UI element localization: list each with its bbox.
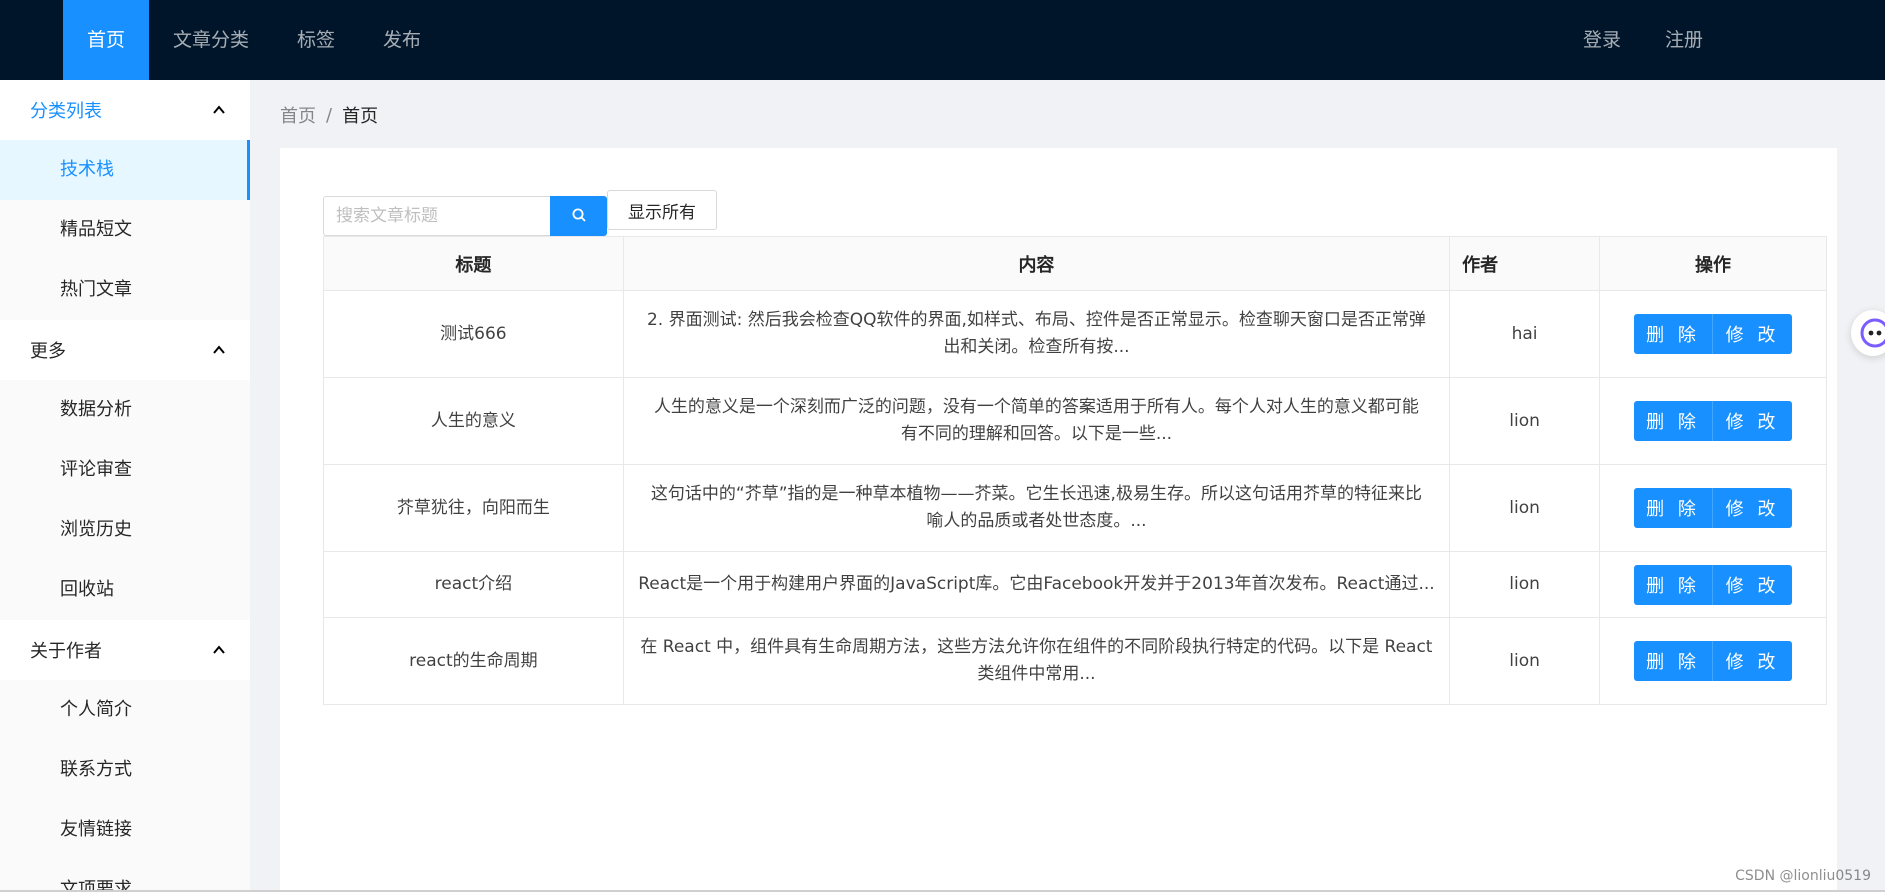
edit-button[interactable]: 修 改 <box>1713 488 1792 528</box>
sidebar-item-friend-links[interactable]: 友情链接 <box>0 800 250 860</box>
sidebar-item-comment-review[interactable]: 评论审查 <box>0 440 250 500</box>
row-ops: 删 除 修 改 <box>1599 464 1827 552</box>
row-content: 在 React 中，组件具有生命周期方法，这些方法允许你在组件的不同阶段执行特定… <box>622 617 1451 705</box>
row-author: lion <box>1449 464 1601 552</box>
row-ops: 删 除 修 改 <box>1599 551 1827 618</box>
table-row: 芥草犹往，向阳而生 这句话中的“芥草”指的是一种草本植物——芥菜。它生长迅速,极… <box>323 464 1827 552</box>
search-bar <box>323 196 607 236</box>
chevron-up-icon <box>212 103 226 117</box>
row-content-line: 人生的意义是一个深刻而广泛的问题，没有一个简单的答案适用于所有人。每个人对人生的… <box>653 397 1419 417</box>
sidebar-item-contact[interactable]: 联系方式 <box>0 740 250 800</box>
breadcrumb: 首页 / 首页 <box>280 100 378 130</box>
row-author: hai <box>1449 290 1601 378</box>
row-content: React是一个用于构建用户界面的JavaScript库。它由Facebook开… <box>622 551 1451 618</box>
content-panel: 显示所有 标题 内容 作者 操作 测试666 2. 界面测试: 然后我会检查QQ… <box>280 148 1837 892</box>
register-link[interactable]: 注册 <box>1643 0 1725 80</box>
edit-button[interactable]: 修 改 <box>1713 641 1792 681</box>
column-header-ops: 操作 <box>1599 236 1827 291</box>
login-link[interactable]: 登录 <box>1561 0 1643 80</box>
nav-item-tags[interactable]: 标签 <box>273 0 359 80</box>
table-row: react的生命周期 在 React 中，组件具有生命周期方法，这些方法允许你在… <box>323 617 1827 705</box>
breadcrumb-root[interactable]: 首页 <box>280 102 316 128</box>
row-content: 2. 界面测试: 然后我会检查QQ软件的界面,如样式、布局、控件是否正常显示。检… <box>622 290 1451 378</box>
sidebar-item-profile[interactable]: 个人简介 <box>0 680 250 740</box>
breadcrumb-separator: / <box>326 104 333 126</box>
submenu-title: 更多 <box>30 341 66 362</box>
row-content-line: 2. 界面测试: 然后我会检查QQ软件的界面,如样式、布局、控件是否正常显示。检… <box>646 310 1426 330</box>
sidebar-item-requirements[interactable]: 文项要求 <box>0 860 250 892</box>
search-icon <box>571 207 587 226</box>
breadcrumb-current: 首页 <box>342 106 379 127</box>
sidebar-item-short-essays[interactable]: 精品短文 <box>0 200 250 260</box>
row-ops: 删 除 修 改 <box>1599 617 1827 705</box>
column-header-content: 内容 <box>622 236 1451 291</box>
sidebar-item-data-analysis[interactable]: 数据分析 <box>0 380 250 440</box>
delete-button[interactable]: 删 除 <box>1634 564 1713 605</box>
row-title: 芥草犹往，向阳而生 <box>323 464 624 552</box>
sidebar-item-tech-stack[interactable]: 技术栈 <box>0 140 250 200</box>
sidebar-item-history[interactable]: 浏览历史 <box>0 500 250 560</box>
search-input[interactable] <box>323 196 550 236</box>
sidebar-item-hot-articles[interactable]: 热门文章 <box>0 260 250 320</box>
show-all-button[interactable]: 显示所有 <box>607 190 717 230</box>
sidebar-item-recycle-bin[interactable]: 回收站 <box>0 560 250 620</box>
search-button[interactable] <box>550 196 607 236</box>
row-author: lion <box>1449 377 1601 465</box>
row-content: 这句话中的“芥草”指的是一种草本植物——芥菜。它生长迅速,极易生存。所以这句话用… <box>622 464 1451 552</box>
main-nav: 首页 文章分类 标签 发布 <box>63 0 445 80</box>
submenu-about-author[interactable]: 关于作者 <box>0 620 250 680</box>
table-row: 人生的意义 人生的意义是一个深刻而广泛的问题，没有一个简单的答案适用于所有人。每… <box>323 377 1827 465</box>
row-content-line: 出和关闭。检查所有按... <box>943 337 1130 357</box>
row-ops: 删 除 修 改 <box>1599 377 1827 465</box>
watermark: CSDN @lionliu0519 <box>1735 868 1871 884</box>
row-author: lion <box>1449 551 1601 618</box>
row-content: 人生的意义是一个深刻而广泛的问题，没有一个简单的答案适用于所有人。每个人对人生的… <box>622 377 1451 465</box>
edit-button[interactable]: 修 改 <box>1713 314 1792 354</box>
row-title: 测试666 <box>323 290 624 378</box>
row-ops: 删 除 修 改 <box>1599 290 1827 378</box>
delete-button[interactable]: 删 除 <box>1634 314 1713 354</box>
row-content-line: 在 React 中，组件具有生命周期方法，这些方法允许你在组件的不同阶段执行特定… <box>640 637 1433 657</box>
row-content-line: 类组件中常用... <box>977 664 1096 684</box>
submenu-more[interactable]: 更多 <box>0 320 250 380</box>
table-row: react介绍 React是一个用于构建用户界面的JavaScript库。它由F… <box>323 551 1827 618</box>
assistant-face-icon <box>1851 318 1885 361</box>
nav-item-categories[interactable]: 文章分类 <box>149 0 273 80</box>
delete-button[interactable]: 删 除 <box>1634 488 1713 528</box>
edit-button[interactable]: 修 改 <box>1713 564 1792 605</box>
submenu-title: 分类列表 <box>30 101 102 122</box>
delete-button[interactable]: 删 除 <box>1634 641 1713 681</box>
submenu-title: 关于作者 <box>30 641 102 662</box>
row-title: 人生的意义 <box>323 377 624 465</box>
row-content-line: React是一个用于构建用户界面的JavaScript库。它由Facebook开… <box>638 574 1435 594</box>
row-content-line: 这句话中的“芥草”指的是一种草本植物——芥菜。它生长迅速,极易生存。所以这句话用… <box>650 484 1422 504</box>
chevron-up-icon <box>212 643 226 657</box>
auth-nav: 登录 注册 <box>1561 0 1725 80</box>
nav-item-home[interactable]: 首页 <box>63 0 150 80</box>
article-table: 标题 内容 作者 操作 测试666 2. 界面测试: 然后我会检查QQ软件的界面… <box>323 236 1827 705</box>
edit-button[interactable]: 修 改 <box>1713 401 1792 441</box>
table-row: 测试666 2. 界面测试: 然后我会检查QQ软件的界面,如样式、布局、控件是否… <box>323 290 1827 378</box>
table-header-row: 标题 内容 作者 操作 <box>323 236 1827 291</box>
row-title: react的生命周期 <box>323 617 624 705</box>
assistant-float-button[interactable] <box>1851 310 1885 356</box>
row-title: react介绍 <box>323 551 624 618</box>
column-header-title: 标题 <box>323 236 624 291</box>
delete-button[interactable]: 删 除 <box>1634 401 1713 441</box>
row-author: lion <box>1449 617 1601 705</box>
nav-item-publish[interactable]: 发布 <box>359 0 445 80</box>
top-navbar: 首页 文章分类 标签 发布 登录 注册 <box>0 0 1885 80</box>
column-header-author: 作者 <box>1449 236 1601 291</box>
submenu-categories[interactable]: 分类列表 <box>0 80 250 140</box>
sidebar: 分类列表 技术栈 精品短文 热门文章 更多 数据分析 评论审查 浏览历史 回收站… <box>0 80 250 892</box>
chevron-up-icon <box>212 343 226 357</box>
row-content-line: 喻人的品质或者处世态度。... <box>926 511 1147 531</box>
row-content-line: 有不同的理解和回答。以下是一些... <box>900 424 1173 444</box>
